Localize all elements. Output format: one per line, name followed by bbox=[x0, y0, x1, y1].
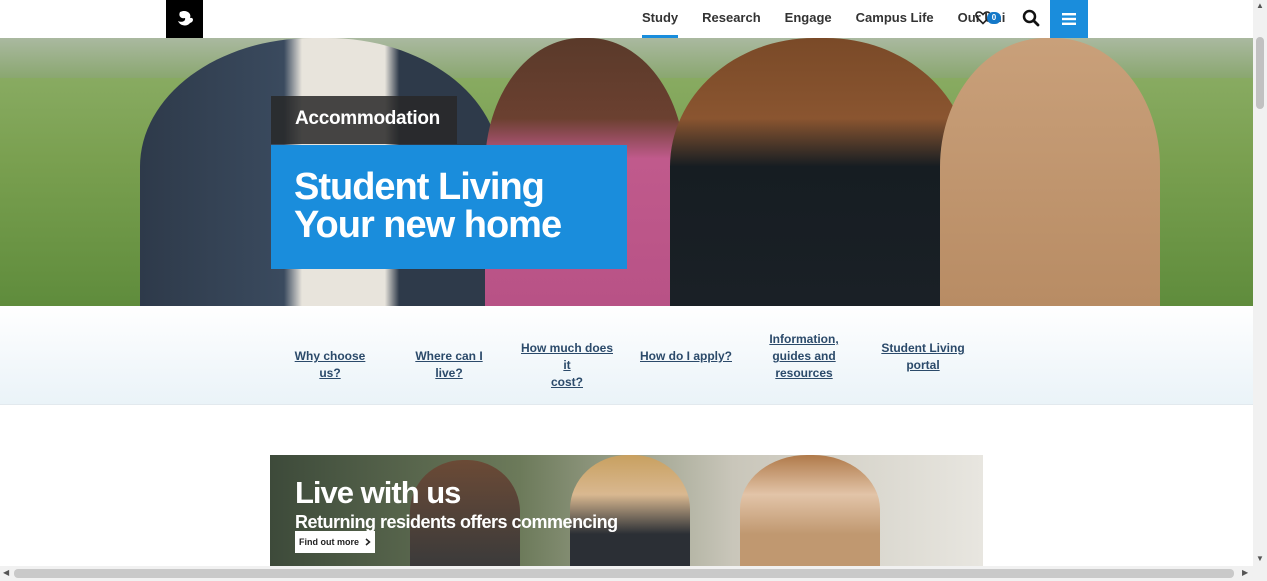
quick-link-label: cost? bbox=[550, 375, 583, 389]
favourites-button[interactable]: 0 bbox=[975, 10, 1003, 28]
nav-campus-life[interactable]: Campus Life bbox=[856, 0, 934, 38]
logo-icon bbox=[177, 10, 193, 26]
nav-study[interactable]: Study bbox=[642, 0, 679, 38]
quick-link-label: resources bbox=[775, 366, 833, 380]
quick-link-why-choose-us[interactable]: Why choose us? bbox=[285, 348, 375, 382]
hero-person-4 bbox=[940, 38, 1160, 306]
university-logo[interactable] bbox=[166, 0, 203, 38]
scroll-up-icon[interactable]: ▲ bbox=[1256, 1, 1264, 10]
scroll-right-icon[interactable]: ▶ bbox=[1242, 568, 1248, 577]
quick-link-information-guides-resources[interactable]: Information, guides and resources bbox=[762, 331, 846, 382]
nav-research[interactable]: Research bbox=[702, 0, 761, 38]
quick-link-label: Where can I live? bbox=[415, 349, 483, 380]
promo-subtitle: Returning residents offers commencing bbox=[295, 512, 618, 532]
vertical-scrollbar[interactable]: ▲ ▼ bbox=[1253, 0, 1267, 566]
hero-person-3 bbox=[670, 38, 970, 306]
quick-link-student-living-portal[interactable]: Student Living portal bbox=[876, 340, 970, 374]
vertical-scroll-thumb[interactable] bbox=[1256, 37, 1264, 109]
search-button[interactable] bbox=[1022, 9, 1042, 29]
quick-link-label: How much does it bbox=[520, 341, 613, 372]
hero-kicker: Accommodation bbox=[295, 108, 440, 129]
quick-link-label: How do I apply? bbox=[640, 349, 732, 363]
find-out-more-label: Find out more bbox=[299, 537, 359, 547]
promo-title: Live with us bbox=[295, 475, 461, 510]
quick-links-band bbox=[0, 306, 1253, 405]
horizontal-scrollbar[interactable]: ◀ ▶ bbox=[0, 566, 1267, 581]
quick-link-label: Information, bbox=[769, 332, 839, 346]
scroll-left-icon[interactable]: ◀ bbox=[3, 568, 9, 577]
hero-headline-line1: Student Living bbox=[294, 166, 545, 208]
menu-button[interactable] bbox=[1050, 0, 1088, 38]
find-out-more-button[interactable]: Find out more bbox=[295, 531, 375, 553]
hero-headline: Student Living Your new home bbox=[294, 166, 562, 246]
main-nav: Study Research Engage Campus Life Our Un… bbox=[630, 0, 1017, 38]
quick-link-label: Why choose us? bbox=[294, 349, 366, 380]
hero-headline-line2: Your new home bbox=[294, 204, 562, 246]
quick-link-label: guides and bbox=[772, 349, 836, 363]
promo-person-3 bbox=[740, 455, 880, 568]
hamburger-menu-icon bbox=[1062, 13, 1076, 25]
quick-link-where-can-i-live[interactable]: Where can I live? bbox=[400, 348, 498, 382]
nav-engage[interactable]: Engage bbox=[785, 0, 832, 38]
quick-link-how-do-i-apply[interactable]: How do I apply? bbox=[640, 348, 732, 365]
favourites-count-badge: 0 bbox=[987, 12, 1001, 24]
chevron-right-icon bbox=[365, 538, 371, 546]
quick-link-label: Student Living bbox=[881, 341, 965, 355]
scroll-down-icon[interactable]: ▼ bbox=[1256, 554, 1264, 563]
horizontal-scroll-thumb[interactable] bbox=[14, 569, 1234, 578]
quick-link-label: portal bbox=[906, 358, 940, 372]
quick-link-how-much-does-it-cost[interactable]: How much does it cost? bbox=[517, 340, 617, 391]
search-icon bbox=[1022, 9, 1040, 27]
top-navigation: Study Research Engage Campus Life Our Un… bbox=[0, 0, 1253, 38]
